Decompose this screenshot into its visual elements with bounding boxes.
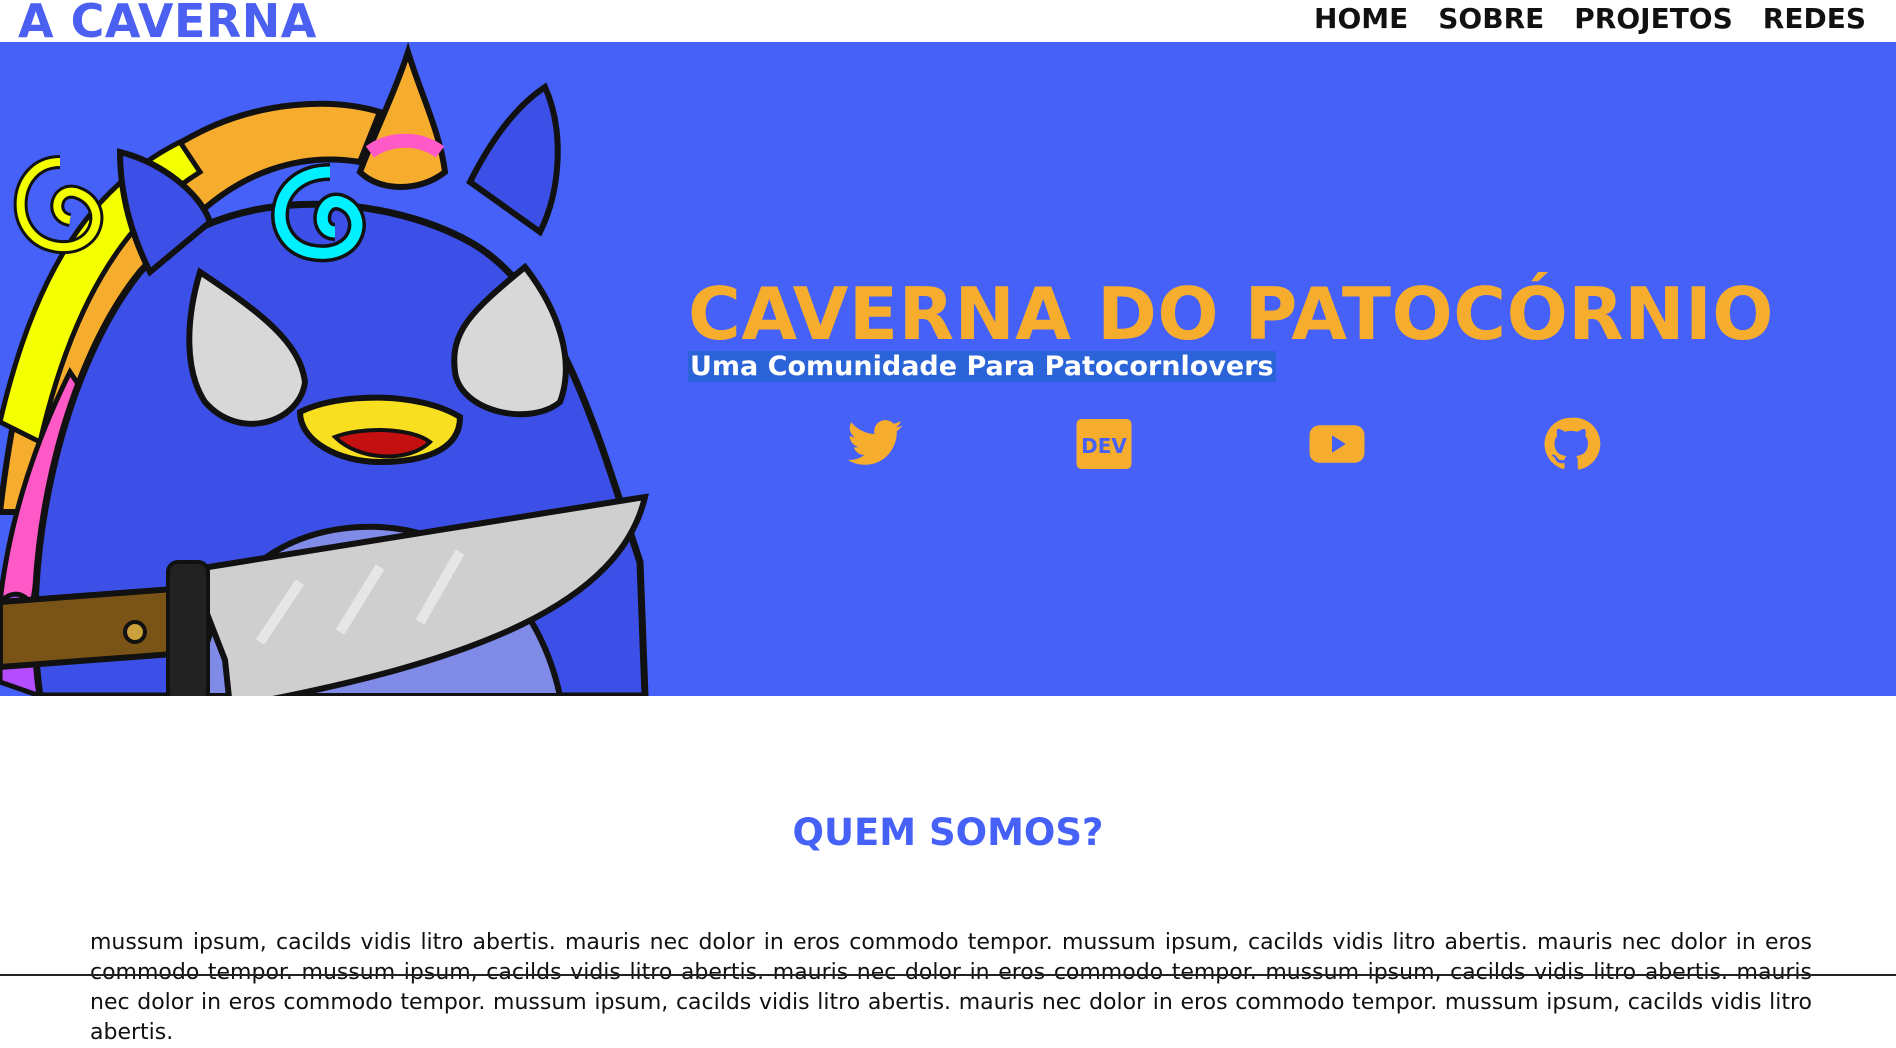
patocornio-mascot-image bbox=[0, 42, 660, 696]
about-paragraph: mussum ipsum, cacilds vidis litro aberti… bbox=[90, 930, 1812, 1045]
github-icon[interactable] bbox=[1541, 414, 1601, 474]
nav-home[interactable]: HOME bbox=[1314, 2, 1408, 35]
nav-projetos[interactable]: PROJETOS bbox=[1574, 2, 1733, 35]
hero-banner: CAVERNA DO PATOCÓRNIO Uma Comunidade Par… bbox=[0, 42, 1896, 696]
youtube-icon[interactable] bbox=[1307, 414, 1367, 474]
dev-icon-label: DEV bbox=[1081, 434, 1127, 458]
hero-subtitle: Uma Comunidade Para Patocornlovers bbox=[688, 351, 1276, 382]
twitter-icon[interactable] bbox=[845, 414, 905, 474]
section-title-quem-somos: QUEM SOMOS? bbox=[792, 810, 1104, 854]
site-logo-text[interactable]: A CAVERNA bbox=[18, 0, 317, 48]
nav-redes[interactable]: REDES bbox=[1763, 2, 1866, 35]
top-navbar: A CAVERNA HOME SOBRE PROJETOS REDES bbox=[0, 0, 1896, 48]
nav-sobre[interactable]: SOBRE bbox=[1438, 2, 1544, 35]
hero-title: CAVERNA DO PATOCÓRNIO bbox=[688, 272, 1774, 356]
main-nav: HOME SOBRE PROJETOS REDES bbox=[1314, 2, 1866, 35]
dev-icon[interactable]: DEV bbox=[1074, 414, 1134, 474]
